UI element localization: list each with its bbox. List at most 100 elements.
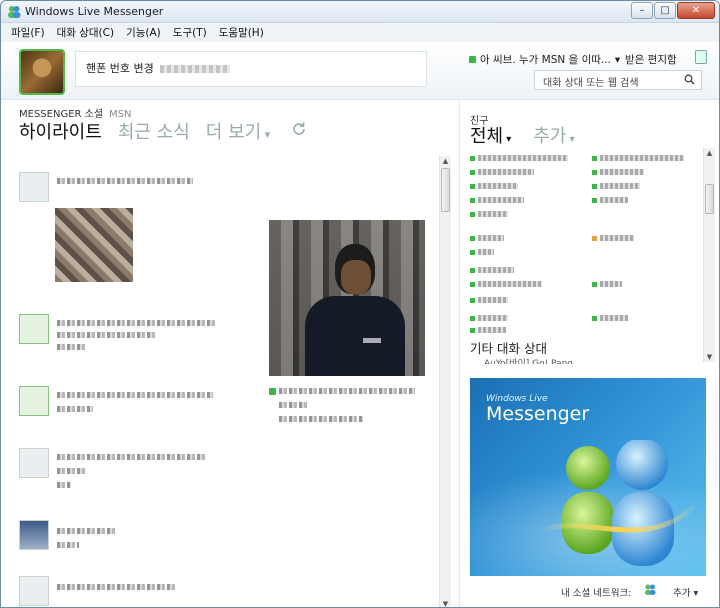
feed-item[interactable] [19, 314, 249, 354]
scroll-thumb[interactable] [705, 184, 714, 214]
contact-item[interactable] [470, 168, 534, 176]
scroll-down-arrow[interactable]: ▼ [704, 352, 715, 362]
ad-product: Messenger [486, 403, 590, 425]
tab-recent[interactable]: 최근 소식 [118, 118, 190, 144]
contact-item[interactable] [592, 154, 684, 162]
search-input[interactable]: 대화 상대 또는 웹 검색 [534, 70, 702, 90]
online-status-icon [592, 197, 597, 203]
tab-more[interactable]: 더 보기 [206, 118, 270, 144]
scroll-down-arrow[interactable]: ▼ [440, 599, 451, 607]
feed-avatar [19, 314, 49, 344]
social-networks-label: 내 소셜 네트워크: [561, 588, 632, 599]
contact-item[interactable] [470, 326, 506, 334]
contact-group-header[interactable]: 기타 대화 상대 [470, 338, 547, 357]
search-icon[interactable] [684, 74, 695, 85]
online-status-icon [592, 315, 597, 321]
photo-shirt-logo [363, 338, 381, 343]
contact-item[interactable] [470, 296, 508, 304]
feed-item[interactable] [19, 448, 249, 492]
contact-name-blurred [478, 249, 494, 255]
menu-actions[interactable]: 기능(A) [122, 24, 165, 41]
online-status-icon [470, 281, 475, 287]
status-message-field[interactable]: 핸폰 번호 변경 [75, 51, 427, 87]
messenger-ad-banner[interactable]: Windows Live Messenger [470, 378, 706, 576]
feed-item[interactable] [19, 386, 249, 426]
contact-name-blurred [478, 211, 508, 217]
feed-text-blurred [57, 542, 79, 548]
menu-help[interactable]: 도움말(H) [215, 24, 268, 41]
window-title: Windows Live Messenger [25, 5, 164, 18]
people-icon[interactable] [643, 583, 657, 597]
online-status-icon [470, 211, 475, 217]
contact-item[interactable] [592, 196, 628, 204]
away-status-icon [592, 235, 597, 241]
contact-item[interactable] [592, 182, 640, 190]
scroll-up-arrow[interactable]: ▲ [704, 148, 715, 158]
social-tabs: 하이라이트 최근 소식 더 보기 [19, 118, 308, 144]
add-network-button[interactable]: 추가 ▾ [673, 585, 698, 599]
social-panel: MESSENGER 소셜 MSN 하이라이트 최근 소식 더 보기 ▾ ▲ ▼ [1, 100, 459, 607]
feed-text-blurred [57, 454, 207, 460]
tab-add-contact[interactable]: 추가 [533, 122, 574, 148]
contact-name-blurred [600, 169, 644, 175]
feed-text-blurred [279, 388, 415, 394]
contact-item[interactable] [470, 196, 524, 204]
contact-item[interactable] [470, 154, 568, 162]
close-button[interactable]: ✕ [677, 2, 715, 19]
contact-item[interactable] [592, 314, 628, 322]
messenger-window: Windows Live Messenger – □ ✕ 파일(F) 대화 상대… [0, 0, 720, 608]
contact-name-blurred [478, 197, 524, 203]
contact-item[interactable] [470, 314, 508, 322]
feed-text-blurred [279, 402, 309, 408]
now-playing[interactable]: 아 씨브. 누가 MSN 을 이따... ▾ [469, 52, 620, 67]
contact-list [468, 152, 704, 338]
tab-all-contacts[interactable]: 전체 [470, 122, 511, 148]
contact-item[interactable] [470, 280, 542, 288]
contact-item[interactable] [470, 266, 514, 274]
feed-item[interactable] [19, 172, 249, 282]
feed-text-blurred [57, 482, 71, 488]
contact-item[interactable] [470, 182, 518, 190]
menu-tools[interactable]: 도구(T) [169, 24, 211, 41]
contacts-tabs: 전체 추가 [470, 122, 575, 148]
avatar[interactable] [19, 49, 65, 95]
maximize-button[interactable]: □ [654, 2, 676, 19]
online-status-icon [470, 235, 475, 241]
feed-text-blurred [57, 528, 117, 534]
contact-item[interactable] [592, 280, 622, 288]
feed-featured-photo[interactable] [269, 220, 425, 376]
online-status-icon [592, 155, 597, 161]
contact-group-preview: AuYo[바이] Go! Pang [484, 359, 574, 364]
feed-scrollbar[interactable]: ▲ ▼ [439, 156, 451, 607]
contact-item[interactable] [592, 234, 634, 242]
feed-avatar [19, 576, 49, 606]
scroll-thumb[interactable] [441, 168, 450, 212]
online-status-icon [592, 169, 597, 175]
feed-text-blurred [57, 332, 157, 338]
refresh-icon[interactable] [290, 120, 308, 138]
contact-item[interactable] [470, 234, 504, 242]
inbox-link[interactable]: 받은 편지함 [625, 52, 677, 67]
tab-highlights[interactable]: 하이라이트 [19, 118, 102, 144]
messenger-buddies-icon [8, 6, 21, 18]
add-network-label: 추가 [673, 588, 691, 599]
menu-file[interactable]: 파일(F) [7, 24, 49, 41]
avatar-image [21, 51, 63, 93]
menu-contacts[interactable]: 대화 상대(C) [53, 24, 119, 41]
feed-photo[interactable] [55, 208, 133, 282]
contact-name-blurred [478, 235, 504, 241]
online-status-icon [470, 315, 475, 321]
online-status-icon [470, 327, 475, 333]
contact-item[interactable] [470, 210, 508, 218]
contacts-panel: 친구 전체 추가 기타 대화 상대 AuYo[바이 [459, 100, 719, 607]
contact-item[interactable] [470, 248, 494, 256]
inbox-icon[interactable] [695, 50, 707, 64]
feed-item[interactable] [19, 520, 249, 556]
contacts-scrollbar[interactable]: ▲ ▼ [703, 148, 715, 362]
contact-name-blurred [600, 235, 634, 241]
feed-item[interactable] [19, 576, 249, 606]
contact-item[interactable] [592, 168, 644, 176]
menu-bar: 파일(F) 대화 상대(C) 기능(A) 도구(T) 도움말(H) [1, 23, 719, 42]
scroll-up-arrow[interactable]: ▲ [440, 156, 451, 166]
minimize-button[interactable]: – [631, 2, 653, 19]
